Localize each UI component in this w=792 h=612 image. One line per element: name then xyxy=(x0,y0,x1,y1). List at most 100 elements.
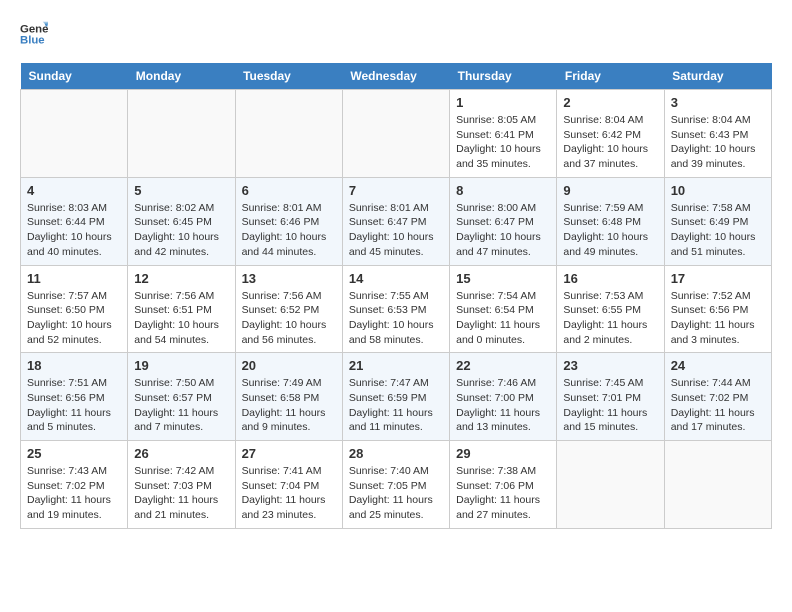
calendar-week-4: 18Sunrise: 7:51 AM Sunset: 6:56 PM Dayli… xyxy=(21,353,772,441)
calendar-table: SundayMondayTuesdayWednesdayThursdayFrid… xyxy=(20,63,772,529)
day-number: 9 xyxy=(563,183,657,198)
day-info: Sunrise: 7:47 AM Sunset: 6:59 PM Dayligh… xyxy=(349,376,443,435)
day-info: Sunrise: 8:04 AM Sunset: 6:43 PM Dayligh… xyxy=(671,113,765,172)
day-info: Sunrise: 7:55 AM Sunset: 6:53 PM Dayligh… xyxy=(349,289,443,348)
calendar-cell xyxy=(21,90,128,178)
weekday-header-monday: Monday xyxy=(128,63,235,90)
day-number: 3 xyxy=(671,95,765,110)
day-number: 26 xyxy=(134,446,228,461)
calendar-cell: 6 Sunrise: 8:01 AM Sunset: 6:46 PM Daylig… xyxy=(235,177,342,265)
calendar-cell: 14 Sunrise: 7:55 AM Sunset: 6:53 PM Dayli… xyxy=(342,265,449,353)
day-number: 27 xyxy=(242,446,336,461)
page-header: General Blue xyxy=(20,20,772,48)
day-info: Sunrise: 7:52 AM Sunset: 6:56 PM Dayligh… xyxy=(671,289,765,348)
calendar-cell: 7 Sunrise: 8:01 AM Sunset: 6:47 PM Daylig… xyxy=(342,177,449,265)
day-number: 19 xyxy=(134,358,228,373)
calendar-cell: 28 Sunrise: 7:40 AM Sunset: 7:05 PM Dayli… xyxy=(342,441,449,529)
calendar-cell: 23 Sunrise: 7:45 AM Sunset: 7:01 PM Dayli… xyxy=(557,353,664,441)
calendar-cell: 24 Sunrise: 7:44 AM Sunset: 7:02 PM Dayli… xyxy=(664,353,771,441)
calendar-cell xyxy=(557,441,664,529)
calendar-week-5: 25Sunrise: 7:43 AM Sunset: 7:02 PM Dayli… xyxy=(21,441,772,529)
calendar-cell xyxy=(128,90,235,178)
day-info: Sunrise: 7:56 AM Sunset: 6:52 PM Dayligh… xyxy=(242,289,336,348)
day-number: 21 xyxy=(349,358,443,373)
calendar-cell: 9 Sunrise: 7:59 AM Sunset: 6:48 PM Daylig… xyxy=(557,177,664,265)
day-info: Sunrise: 7:40 AM Sunset: 7:05 PM Dayligh… xyxy=(349,464,443,523)
weekday-header-saturday: Saturday xyxy=(664,63,771,90)
day-info: Sunrise: 7:51 AM Sunset: 6:56 PM Dayligh… xyxy=(27,376,121,435)
day-number: 17 xyxy=(671,271,765,286)
day-info: Sunrise: 7:42 AM Sunset: 7:03 PM Dayligh… xyxy=(134,464,228,523)
day-number: 28 xyxy=(349,446,443,461)
day-number: 24 xyxy=(671,358,765,373)
calendar-cell: 15 Sunrise: 7:54 AM Sunset: 6:54 PM Dayli… xyxy=(450,265,557,353)
day-info: Sunrise: 7:45 AM Sunset: 7:01 PM Dayligh… xyxy=(563,376,657,435)
day-info: Sunrise: 7:53 AM Sunset: 6:55 PM Dayligh… xyxy=(563,289,657,348)
day-number: 22 xyxy=(456,358,550,373)
calendar-cell: 27 Sunrise: 7:41 AM Sunset: 7:04 PM Dayli… xyxy=(235,441,342,529)
calendar-cell: 17 Sunrise: 7:52 AM Sunset: 6:56 PM Dayli… xyxy=(664,265,771,353)
day-number: 10 xyxy=(671,183,765,198)
calendar-cell: 16Sunrise: 7:53 AM Sunset: 6:55 PM Dayli… xyxy=(557,265,664,353)
day-number: 23 xyxy=(563,358,657,373)
day-number: 5 xyxy=(134,183,228,198)
weekday-header-sunday: Sunday xyxy=(21,63,128,90)
day-number: 4 xyxy=(27,183,121,198)
calendar-cell: 18Sunrise: 7:51 AM Sunset: 6:56 PM Dayli… xyxy=(21,353,128,441)
day-number: 7 xyxy=(349,183,443,198)
day-info: Sunrise: 7:49 AM Sunset: 6:58 PM Dayligh… xyxy=(242,376,336,435)
calendar-cell: 22 Sunrise: 7:46 AM Sunset: 7:00 PM Dayli… xyxy=(450,353,557,441)
calendar-week-2: 4 Sunrise: 8:03 AM Sunset: 6:44 PM Daylig… xyxy=(21,177,772,265)
day-number: 1 xyxy=(456,95,550,110)
calendar-cell: 13 Sunrise: 7:56 AM Sunset: 6:52 PM Dayli… xyxy=(235,265,342,353)
day-info: Sunrise: 7:54 AM Sunset: 6:54 PM Dayligh… xyxy=(456,289,550,348)
calendar-cell: 12 Sunrise: 7:56 AM Sunset: 6:51 PM Dayli… xyxy=(128,265,235,353)
day-number: 12 xyxy=(134,271,228,286)
day-info: Sunrise: 7:38 AM Sunset: 7:06 PM Dayligh… xyxy=(456,464,550,523)
weekday-header-thursday: Thursday xyxy=(450,63,557,90)
calendar-cell xyxy=(664,441,771,529)
calendar-cell xyxy=(235,90,342,178)
calendar-header-row: SundayMondayTuesdayWednesdayThursdayFrid… xyxy=(21,63,772,90)
calendar-cell xyxy=(342,90,449,178)
day-info: Sunrise: 8:00 AM Sunset: 6:47 PM Dayligh… xyxy=(456,201,550,260)
day-number: 29 xyxy=(456,446,550,461)
day-info: Sunrise: 8:04 AM Sunset: 6:42 PM Dayligh… xyxy=(563,113,657,172)
day-info: Sunrise: 7:44 AM Sunset: 7:02 PM Dayligh… xyxy=(671,376,765,435)
day-info: Sunrise: 7:56 AM Sunset: 6:51 PM Dayligh… xyxy=(134,289,228,348)
weekday-header-wednesday: Wednesday xyxy=(342,63,449,90)
calendar-cell: 10 Sunrise: 7:58 AM Sunset: 6:49 PM Dayli… xyxy=(664,177,771,265)
logo: General Blue xyxy=(20,20,52,48)
day-info: Sunrise: 8:02 AM Sunset: 6:45 PM Dayligh… xyxy=(134,201,228,260)
day-info: Sunrise: 8:03 AM Sunset: 6:44 PM Dayligh… xyxy=(27,201,121,260)
day-number: 13 xyxy=(242,271,336,286)
day-number: 14 xyxy=(349,271,443,286)
calendar-cell: 1Sunrise: 8:05 AM Sunset: 6:41 PM Daylig… xyxy=(450,90,557,178)
calendar-cell: 4 Sunrise: 8:03 AM Sunset: 6:44 PM Daylig… xyxy=(21,177,128,265)
day-number: 6 xyxy=(242,183,336,198)
day-info: Sunrise: 7:46 AM Sunset: 7:00 PM Dayligh… xyxy=(456,376,550,435)
calendar-cell: 5 Sunrise: 8:02 AM Sunset: 6:45 PM Daylig… xyxy=(128,177,235,265)
calendar-cell: 21 Sunrise: 7:47 AM Sunset: 6:59 PM Dayli… xyxy=(342,353,449,441)
day-info: Sunrise: 7:59 AM Sunset: 6:48 PM Dayligh… xyxy=(563,201,657,260)
calendar-cell: 26 Sunrise: 7:42 AM Sunset: 7:03 PM Dayli… xyxy=(128,441,235,529)
day-info: Sunrise: 8:01 AM Sunset: 6:47 PM Dayligh… xyxy=(349,201,443,260)
calendar-body: 1Sunrise: 8:05 AM Sunset: 6:41 PM Daylig… xyxy=(21,90,772,529)
calendar-cell: 3 Sunrise: 8:04 AM Sunset: 6:43 PM Daylig… xyxy=(664,90,771,178)
day-number: 15 xyxy=(456,271,550,286)
day-info: Sunrise: 7:41 AM Sunset: 7:04 PM Dayligh… xyxy=(242,464,336,523)
day-number: 11 xyxy=(27,271,121,286)
calendar-cell: 25Sunrise: 7:43 AM Sunset: 7:02 PM Dayli… xyxy=(21,441,128,529)
svg-text:General: General xyxy=(20,23,48,35)
calendar-week-1: 1Sunrise: 8:05 AM Sunset: 6:41 PM Daylig… xyxy=(21,90,772,178)
day-info: Sunrise: 7:57 AM Sunset: 6:50 PM Dayligh… xyxy=(27,289,121,348)
weekday-header-tuesday: Tuesday xyxy=(235,63,342,90)
day-info: Sunrise: 8:01 AM Sunset: 6:46 PM Dayligh… xyxy=(242,201,336,260)
calendar-cell: 11 Sunrise: 7:57 AM Sunset: 6:50 PM Dayli… xyxy=(21,265,128,353)
day-number: 25 xyxy=(27,446,121,461)
logo-icon: General Blue xyxy=(20,20,48,48)
calendar-cell: 2Sunrise: 8:04 AM Sunset: 6:42 PM Daylig… xyxy=(557,90,664,178)
calendar-cell: 20Sunrise: 7:49 AM Sunset: 6:58 PM Dayli… xyxy=(235,353,342,441)
day-info: Sunrise: 7:58 AM Sunset: 6:49 PM Dayligh… xyxy=(671,201,765,260)
svg-text:Blue: Blue xyxy=(20,35,45,47)
